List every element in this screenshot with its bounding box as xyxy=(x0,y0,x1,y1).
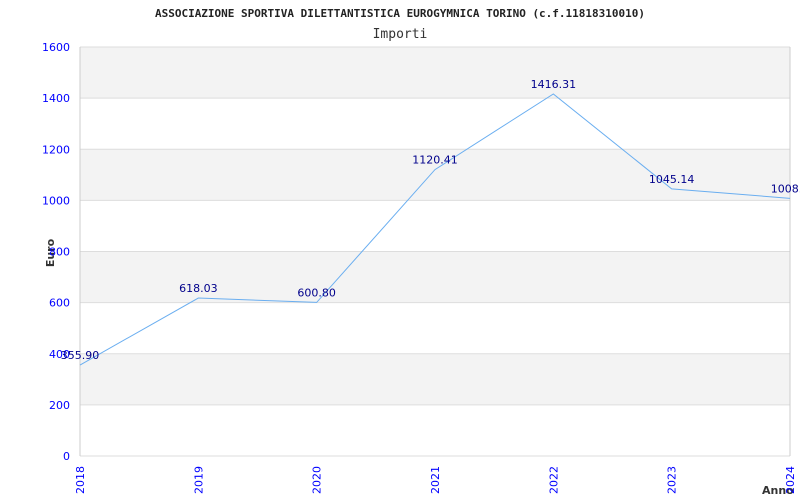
data-label: 618.03 xyxy=(179,282,218,295)
data-label: 1120.41 xyxy=(412,154,458,167)
y-tick-label: 1200 xyxy=(42,143,70,156)
x-tick-label: 2019 xyxy=(192,466,205,494)
y-tick-label: 1000 xyxy=(42,194,70,207)
grid-band xyxy=(80,302,790,354)
line-chart: ASSOCIAZIONE SPORTIVA DILETTANTISTICA EU… xyxy=(42,7,800,497)
grid-band xyxy=(80,98,790,150)
y-tick-label: 800 xyxy=(49,246,70,259)
grid-band xyxy=(80,353,790,405)
y-tick-label: 200 xyxy=(49,399,70,412)
chart-subtitle: Importi xyxy=(373,27,428,42)
grid-band xyxy=(80,47,790,99)
data-label: 1416.31 xyxy=(531,78,577,91)
x-tick-label: 2020 xyxy=(311,466,324,494)
x-tick-label: 2021 xyxy=(429,466,442,494)
data-label: 600.80 xyxy=(297,286,336,299)
grid-band xyxy=(80,404,790,456)
data-label: 1045.14 xyxy=(649,173,695,186)
data-label: 355.90 xyxy=(61,349,100,362)
x-tick-label: 2023 xyxy=(666,466,679,494)
x-tick-label: 2018 xyxy=(74,466,87,494)
y-tick-label: 1400 xyxy=(42,92,70,105)
x-tick-label: 2024 xyxy=(784,466,797,494)
x-tick-label: 2022 xyxy=(547,466,560,494)
y-tick-label: 1600 xyxy=(42,41,70,54)
chart-title: ASSOCIAZIONE SPORTIVA DILETTANTISTICA EU… xyxy=(155,7,645,20)
data-label: 1008.0 xyxy=(771,182,800,195)
y-tick-label: 0 xyxy=(63,450,70,463)
y-tick-label: 600 xyxy=(49,297,70,310)
grid-band xyxy=(80,200,790,252)
